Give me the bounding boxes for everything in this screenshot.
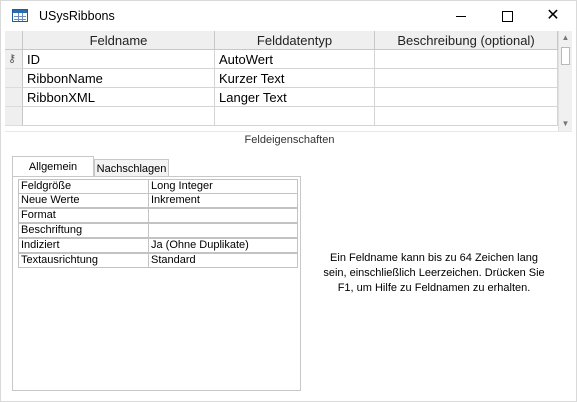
column-header-datatype[interactable]: Felddatentyp	[215, 31, 375, 50]
row-selector[interactable]: ⚷	[5, 50, 23, 69]
scroll-down-icon[interactable]: ▼	[559, 117, 572, 131]
tab-nachschlagen[interactable]: Nachschlagen	[94, 159, 169, 177]
field-name-cell[interactable]: ID	[23, 50, 215, 69]
property-row: Indiziert Ja (Ohne Duplikate)	[18, 238, 299, 254]
property-value[interactable]	[148, 208, 298, 223]
property-row: Textausrichtung Standard	[18, 253, 299, 269]
tab-allgemein[interactable]: Allgemein	[12, 156, 94, 177]
property-name[interactable]: Format	[18, 208, 149, 223]
field-type-cell[interactable]: AutoWert	[215, 50, 375, 69]
field-name-cell[interactable]	[23, 107, 215, 126]
column-header-fieldname[interactable]: Feldname	[23, 31, 215, 50]
field-type-cell[interactable]: Kurzer Text	[215, 69, 375, 88]
field-properties-label: Feldeigenschaften	[244, 134, 335, 146]
field-description-cell[interactable]	[375, 50, 558, 69]
help-text: Ein Feldname kann bis zu 64 Zeichen lang…	[323, 252, 545, 294]
minimize-button[interactable]	[438, 1, 484, 31]
property-value[interactable]: Ja (Ohne Duplikate)	[148, 238, 298, 253]
window-title: USysRibbons	[39, 9, 115, 23]
properties-panel: Feldgröße Long Integer Neue Werte Inkrem…	[12, 176, 301, 391]
property-name[interactable]: Beschriftung	[18, 223, 149, 238]
properties-table: Feldgröße Long Integer Neue Werte Inkrem…	[18, 179, 299, 269]
property-row: Format	[18, 208, 299, 224]
field-description-cell[interactable]	[375, 107, 558, 126]
table-row: RibbonXML Langer Text	[5, 88, 558, 107]
field-name-cell[interactable]: RibbonXML	[23, 88, 215, 107]
property-row: Beschriftung	[18, 223, 299, 239]
scroll-thumb[interactable]	[561, 47, 570, 65]
vertical-scrollbar[interactable]: ▲ ▼	[558, 31, 572, 131]
table-row-new	[5, 107, 558, 126]
grid-header: Feldname Felddatentyp Beschreibung (opti…	[5, 31, 558, 50]
primary-key-icon: ⚷	[8, 53, 17, 65]
property-row: Feldgröße Long Integer	[18, 179, 299, 194]
maximize-button[interactable]	[484, 1, 530, 31]
field-type-cell[interactable]	[215, 107, 375, 126]
table-design-window: USysRibbons ✕ Feldname Felddatentyp Besc…	[0, 0, 577, 402]
property-value[interactable]: Long Integer	[148, 179, 298, 194]
select-all-corner[interactable]	[5, 31, 23, 50]
scroll-up-icon[interactable]: ▲	[559, 31, 572, 45]
table-icon	[12, 9, 28, 22]
property-value[interactable]: Inkrement	[148, 193, 298, 208]
property-value[interactable]: Standard	[148, 253, 298, 268]
minimize-icon	[456, 15, 466, 17]
table-row: RibbonName Kurzer Text	[5, 69, 558, 88]
maximize-icon	[501, 10, 513, 22]
field-name-cell[interactable]: RibbonName	[23, 69, 215, 88]
property-name[interactable]: Neue Werte	[18, 193, 149, 208]
table-row: ⚷ ID AutoWert	[5, 50, 558, 69]
close-button[interactable]: ✕	[530, 1, 576, 31]
property-row: Neue Werte Inkrement	[18, 193, 299, 209]
property-name[interactable]: Indiziert	[18, 238, 149, 253]
title-bar: USysRibbons ✕	[1, 1, 576, 31]
property-name[interactable]: Feldgröße	[18, 179, 149, 194]
row-selector[interactable]	[5, 69, 23, 88]
property-name[interactable]: Textausrichtung	[18, 253, 149, 268]
property-value[interactable]	[148, 223, 298, 238]
row-selector[interactable]	[5, 107, 23, 126]
column-header-description[interactable]: Beschreibung (optional)	[375, 31, 558, 50]
close-icon: ✕	[546, 7, 560, 24]
field-grid: Feldname Felddatentyp Beschreibung (opti…	[5, 31, 572, 132]
field-description-cell[interactable]	[375, 88, 558, 107]
row-selector[interactable]	[5, 88, 23, 107]
field-description-cell[interactable]	[375, 69, 558, 88]
field-type-cell[interactable]: Langer Text	[215, 88, 375, 107]
